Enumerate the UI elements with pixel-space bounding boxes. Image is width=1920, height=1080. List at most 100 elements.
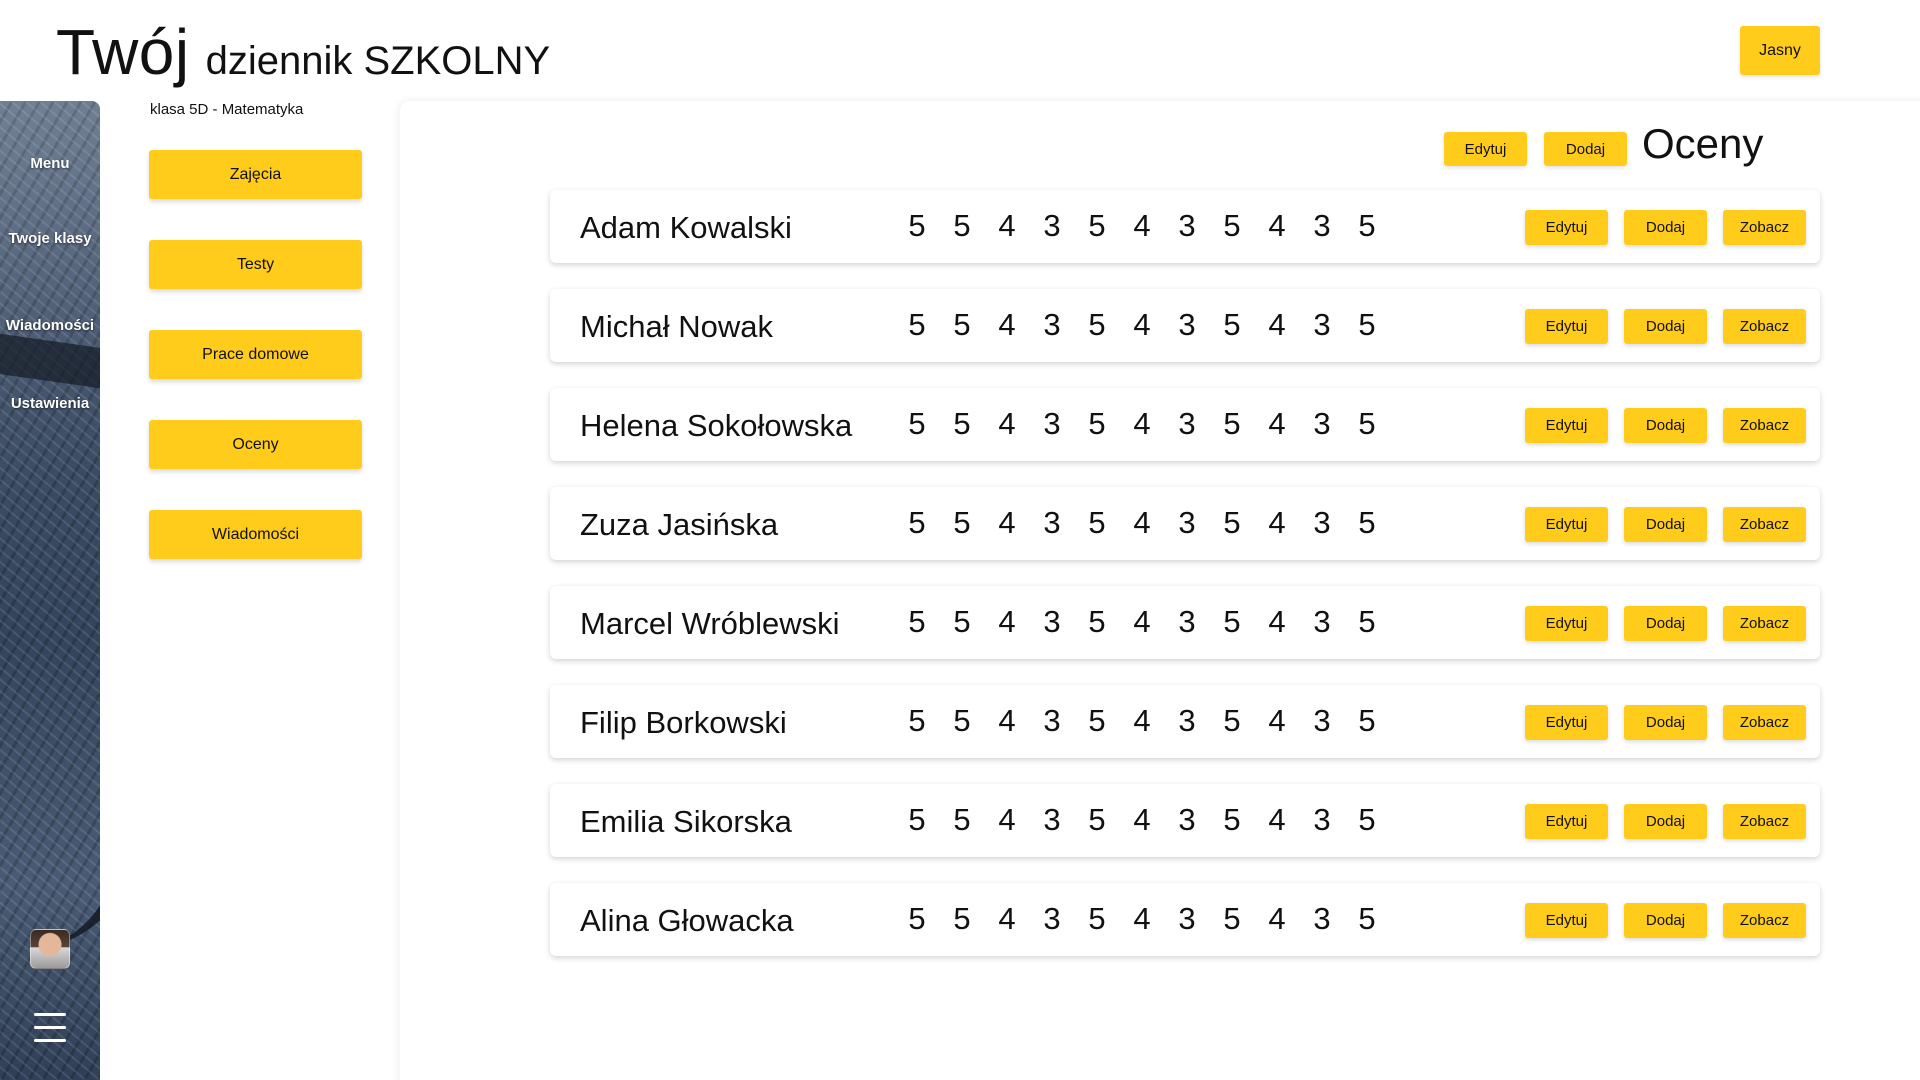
grade-value[interactable]: 4	[1132, 505, 1152, 541]
grade-value[interactable]: 5	[907, 901, 927, 937]
grade-value[interactable]: 5	[1087, 208, 1107, 244]
grade-value[interactable]: 3	[1177, 208, 1197, 244]
avatar[interactable]	[30, 929, 70, 969]
row-view-button[interactable]: Zobacz	[1723, 210, 1806, 245]
grade-value[interactable]: 5	[907, 406, 927, 442]
grade-value[interactable]: 4	[1267, 208, 1287, 244]
grade-value[interactable]: 5	[952, 307, 972, 343]
grade-value[interactable]: 4	[1267, 406, 1287, 442]
grade-value[interactable]: 5	[1222, 703, 1242, 739]
grade-value[interactable]: 5	[1222, 505, 1242, 541]
grade-value[interactable]: 3	[1312, 802, 1332, 838]
row-view-button[interactable]: Zobacz	[1723, 507, 1806, 542]
hamburger-icon[interactable]	[34, 1013, 66, 1047]
grade-value[interactable]: 5	[1087, 406, 1107, 442]
nav-button-prace-domowe[interactable]: Prace domowe	[149, 330, 362, 379]
grade-value[interactable]: 4	[997, 406, 1017, 442]
grade-value[interactable]: 4	[1267, 802, 1287, 838]
grade-value[interactable]: 5	[1222, 208, 1242, 244]
grade-value[interactable]: 4	[1132, 802, 1152, 838]
grade-value[interactable]: 4	[1132, 406, 1152, 442]
row-add-button[interactable]: Dodaj	[1624, 606, 1707, 641]
grade-value[interactable]: 5	[952, 604, 972, 640]
row-add-button[interactable]: Dodaj	[1624, 408, 1707, 443]
grade-value[interactable]: 5	[952, 505, 972, 541]
grade-value[interactable]: 4	[1132, 604, 1152, 640]
row-edit-button[interactable]: Edytuj	[1525, 903, 1608, 938]
row-add-button[interactable]: Dodaj	[1624, 309, 1707, 344]
grade-value[interactable]: 4	[997, 208, 1017, 244]
grade-value[interactable]: 3	[1312, 208, 1332, 244]
grade-value[interactable]: 5	[952, 703, 972, 739]
grade-value[interactable]: 5	[1357, 307, 1377, 343]
row-view-button[interactable]: Zobacz	[1723, 408, 1806, 443]
grade-value[interactable]: 4	[1132, 901, 1152, 937]
grade-value[interactable]: 4	[1267, 703, 1287, 739]
grade-value[interactable]: 5	[907, 802, 927, 838]
grade-value[interactable]: 5	[1087, 703, 1107, 739]
row-view-button[interactable]: Zobacz	[1723, 804, 1806, 839]
row-edit-button[interactable]: Edytuj	[1525, 705, 1608, 740]
grade-value[interactable]: 5	[1357, 802, 1377, 838]
grade-value[interactable]: 5	[1087, 802, 1107, 838]
row-view-button[interactable]: Zobacz	[1723, 606, 1806, 641]
grade-value[interactable]: 5	[907, 604, 927, 640]
nav-button-oceny[interactable]: Oceny	[149, 420, 362, 469]
sidebar-item-wiadomosci[interactable]: Wiadomości	[0, 317, 100, 334]
grade-value[interactable]: 5	[1357, 703, 1377, 739]
grade-value[interactable]: 4	[1132, 208, 1152, 244]
sidebar-item-twoje-klasy[interactable]: Twoje klasy	[0, 230, 100, 247]
grade-value[interactable]: 4	[1267, 901, 1287, 937]
grade-value[interactable]: 4	[1267, 307, 1287, 343]
grade-value[interactable]: 3	[1042, 406, 1062, 442]
grade-value[interactable]: 3	[1312, 901, 1332, 937]
grade-value[interactable]: 5	[1087, 505, 1107, 541]
grade-value[interactable]: 5	[1087, 901, 1107, 937]
grade-value[interactable]: 5	[1087, 604, 1107, 640]
grade-value[interactable]: 4	[1132, 703, 1152, 739]
grade-value[interactable]: 3	[1042, 208, 1062, 244]
grade-value[interactable]: 5	[1222, 802, 1242, 838]
nav-button-testy[interactable]: Testy	[149, 240, 362, 289]
grade-value[interactable]: 5	[907, 208, 927, 244]
row-edit-button[interactable]: Edytuj	[1525, 210, 1608, 245]
row-edit-button[interactable]: Edytuj	[1525, 408, 1608, 443]
grade-value[interactable]: 5	[907, 703, 927, 739]
add-grade-button[interactable]: Dodaj	[1544, 132, 1627, 166]
row-view-button[interactable]: Zobacz	[1723, 309, 1806, 344]
row-add-button[interactable]: Dodaj	[1624, 903, 1707, 938]
grade-value[interactable]: 5	[1222, 901, 1242, 937]
grade-value[interactable]: 4	[997, 604, 1017, 640]
grade-value[interactable]: 5	[1357, 208, 1377, 244]
sidebar-item-ustawienia[interactable]: Ustawienia	[0, 395, 100, 412]
grade-value[interactable]: 4	[997, 703, 1017, 739]
row-edit-button[interactable]: Edytuj	[1525, 804, 1608, 839]
grade-value[interactable]: 3	[1042, 307, 1062, 343]
nav-button-zajecia[interactable]: Zajęcia	[149, 150, 362, 199]
grade-value[interactable]: 5	[907, 505, 927, 541]
grade-value[interactable]: 4	[997, 505, 1017, 541]
row-add-button[interactable]: Dodaj	[1624, 705, 1707, 740]
grade-value[interactable]: 3	[1177, 505, 1197, 541]
nav-button-wiadomosci[interactable]: Wiadomości	[149, 510, 362, 559]
grade-value[interactable]: 3	[1042, 703, 1062, 739]
grade-value[interactable]: 3	[1042, 604, 1062, 640]
grade-value[interactable]: 3	[1312, 703, 1332, 739]
grade-value[interactable]: 3	[1177, 604, 1197, 640]
theme-toggle-button[interactable]: Jasny	[1740, 26, 1820, 75]
row-edit-button[interactable]: Edytuj	[1525, 309, 1608, 344]
grade-value[interactable]: 3	[1042, 901, 1062, 937]
grade-value[interactable]: 3	[1177, 901, 1197, 937]
grade-value[interactable]: 5	[1222, 406, 1242, 442]
grade-value[interactable]: 5	[1357, 505, 1377, 541]
grade-value[interactable]: 5	[907, 307, 927, 343]
row-add-button[interactable]: Dodaj	[1624, 804, 1707, 839]
grade-value[interactable]: 3	[1312, 505, 1332, 541]
grade-value[interactable]: 3	[1042, 802, 1062, 838]
grade-value[interactable]: 5	[952, 802, 972, 838]
grade-value[interactable]: 5	[1357, 604, 1377, 640]
grade-value[interactable]: 4	[1267, 505, 1287, 541]
row-view-button[interactable]: Zobacz	[1723, 705, 1806, 740]
grade-value[interactable]: 5	[952, 208, 972, 244]
grade-value[interactable]: 3	[1177, 307, 1197, 343]
